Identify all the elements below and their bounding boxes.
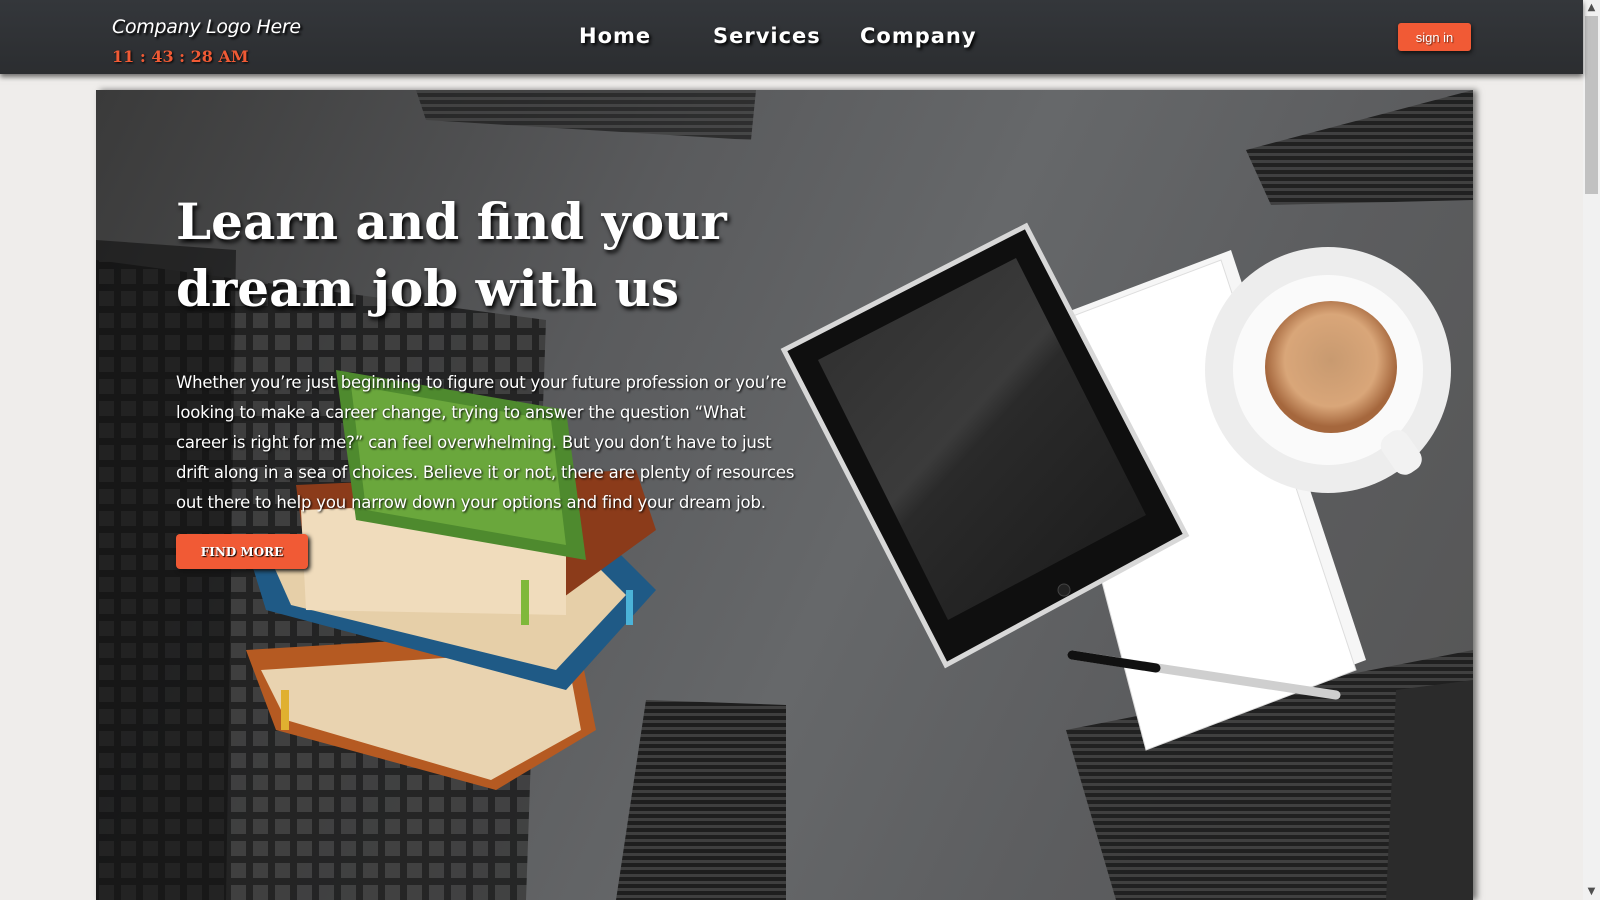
scroll-down-arrow-icon[interactable]: ▼ [1583, 884, 1600, 900]
hero-title: Learn and find your dream job with us [176, 192, 727, 318]
hero-banner: Learn and find your dream job with us Wh… [96, 90, 1473, 900]
company-logo[interactable]: Company Logo Here [112, 16, 301, 38]
top-navigation-bar: Company Logo Here 11 : 43 : 28 AM Home S… [0, 0, 1583, 74]
nav-link-company[interactable]: Company [860, 24, 977, 48]
vertical-scrollbar[interactable]: ▲ ▼ [1583, 0, 1600, 900]
find-more-button[interactable]: FIND MORE [176, 534, 308, 569]
nav-link-services[interactable]: Services [713, 24, 821, 48]
building-bottom-center [616, 700, 786, 900]
scroll-thumb[interactable] [1585, 16, 1598, 194]
coffee-cup-illustration [1205, 247, 1451, 493]
hero-description: Whether you’re just beginning to figure … [176, 373, 795, 512]
building-top [416, 90, 756, 140]
scroll-up-arrow-icon[interactable]: ▲ [1583, 0, 1600, 16]
clock-display: 11 : 43 : 28 AM [112, 47, 249, 66]
building-top-right [1246, 90, 1473, 205]
sign-in-button[interactable]: sign in [1398, 23, 1471, 51]
nav-link-home[interactable]: Home [579, 24, 651, 48]
